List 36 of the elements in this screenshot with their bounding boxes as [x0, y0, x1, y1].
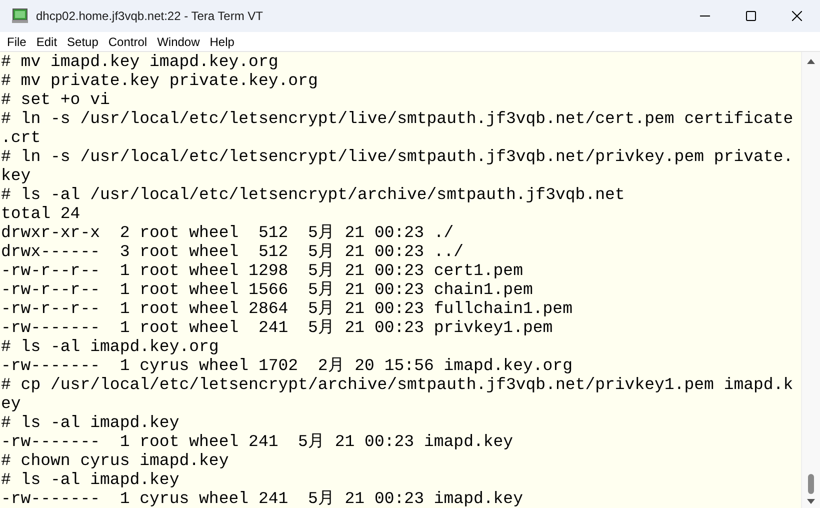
maximize-icon	[746, 11, 756, 21]
menu-item[interactable]: Control	[103, 34, 152, 48]
terminal-line: # ls -al imapd.key.org	[1, 337, 220, 356]
terminal-line: key	[1, 166, 32, 185]
terminal-line: total 24	[1, 204, 82, 223]
terminal-line: # mv imapd.key imapd.key.org	[1, 52, 280, 71]
terminal-line: drwx------ 3 root wheel 512 5月 21 00:23 ../	[1, 242, 465, 261]
terminal-line: # ls -al imapd.key	[1, 413, 180, 432]
terminal-line: -rw-r--r-- 1 root wheel 1298 5月 21 00:23 cert1.pem	[1, 261, 524, 280]
terminal-line: ey	[1, 394, 22, 413]
terminal-line: -rw------- 1 cyrus wheel 241 5月 21 00:23 imapd.key	[1, 489, 524, 508]
terminal-line: # ls -al imapd.key	[1, 470, 180, 489]
terminal-line: -rw-r--r-- 1 root wheel 1566 5月 21 00:23 chain1.pem	[1, 280, 534, 299]
menu-item[interactable]: Setup	[62, 34, 104, 48]
terminal-line: -rw------- 1 root wheel 241 5月 21 00:23 imapd.key	[1, 432, 514, 451]
terminal-line: # chown cyrus imapd.key	[1, 451, 230, 470]
terminal-line: -rw-r--r-- 1 root wheel 2864 5月 21 00:23 fullchain1.pem	[1, 299, 574, 318]
terminal-line: # cp /usr/local/etc/letsencrypt/archive/smtpauth.jf3vqb.net/privkey1.pem imapd.k	[1, 375, 794, 394]
terminal-line: # set +o vi	[1, 90, 111, 109]
scroll-down-icon[interactable]	[806, 498, 816, 506]
close-icon	[792, 11, 802, 21]
terminal-line: .crt	[1, 128, 42, 147]
terminal-line: # ln -s /usr/local/etc/letsencrypt/live/smtpauth.jf3vqb.net/cert.pem certificate	[1, 109, 794, 128]
terminal-line: -rw------- 1 cyrus wheel 1702 2月 20 15:56 imapd.key.org	[1, 356, 574, 375]
terminal-line: drwxr-xr-x 2 root wheel 512 5月 21 00:23 ./	[1, 223, 455, 242]
terminal-line: # ln -s /usr/local/etc/letsencrypt/live/smtpauth.jf3vqb.net/privkey.pem private.	[1, 147, 794, 166]
menu-item[interactable]: File	[2, 34, 32, 48]
terminal-line: # mv private.key private.key.org	[1, 71, 319, 90]
terminal-line: # ls -al /usr/local/etc/letsencrypt/archive/smtpauth.jf3vqb.net	[1, 185, 626, 204]
window-title: dhcp02.home.jf3vqb.net:22 - Tera Term VT	[36, 9, 264, 23]
menu-item[interactable]: Help	[204, 34, 240, 48]
menu-item[interactable]: Edit	[31, 34, 62, 48]
scroll-thumb[interactable]	[808, 474, 814, 494]
terminal-line: -rw------- 1 root wheel 241 5月 21 00:23 privkey1.pem	[1, 318, 554, 337]
menu-item[interactable]: Window	[152, 34, 205, 48]
terminal-icon	[12, 8, 28, 24]
